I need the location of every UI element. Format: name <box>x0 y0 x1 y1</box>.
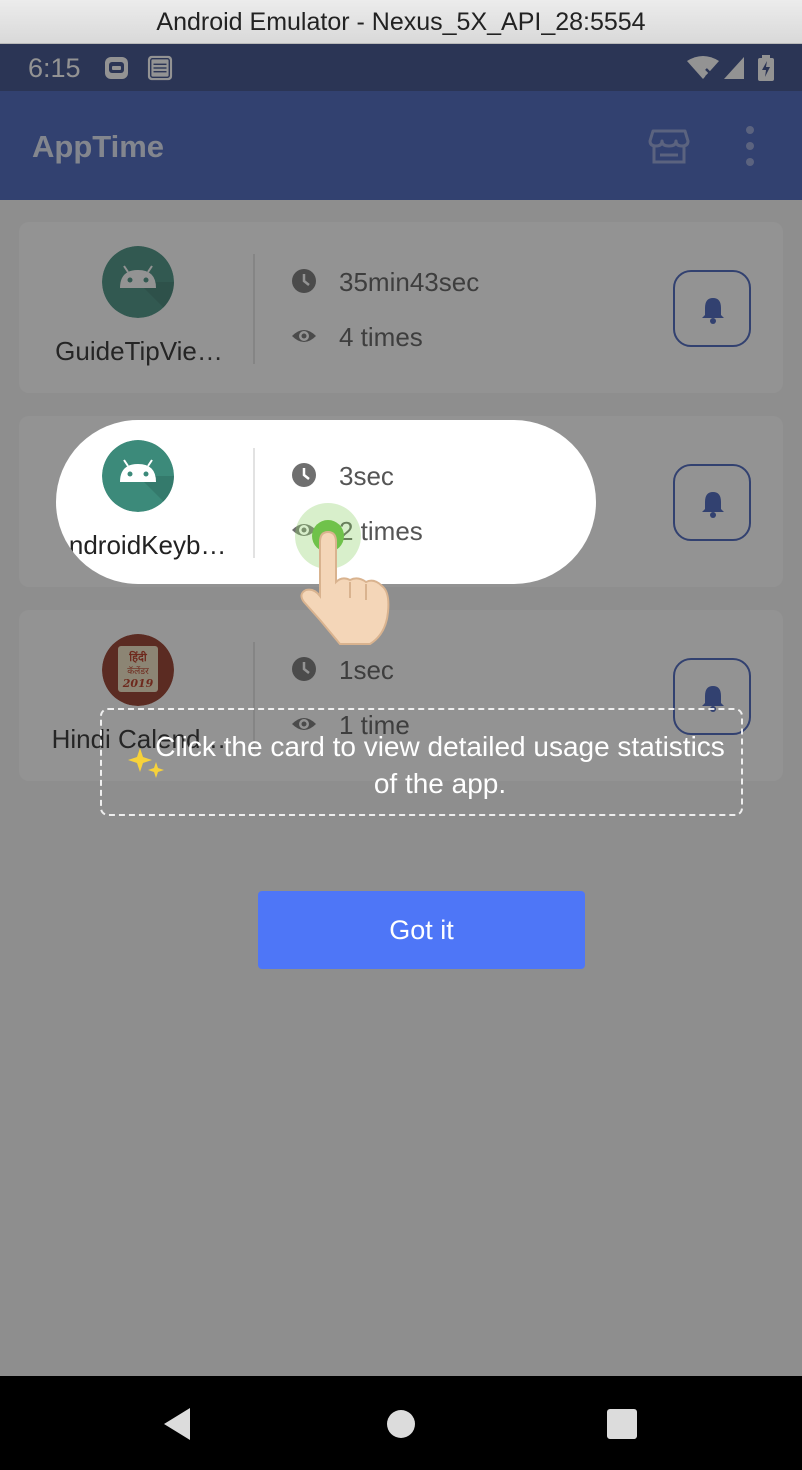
window-title: Android Emulator - Nexus_5X_API_28:5554 <box>156 8 646 36</box>
window-title-bar: Android Emulator - Nexus_5X_API_28:5554 <box>0 0 802 44</box>
usage-duration: 3sec <box>339 461 394 491</box>
recents-icon[interactable] <box>602 1404 642 1444</box>
back-icon[interactable] <box>158 1404 198 1444</box>
clock-icon <box>292 463 316 487</box>
app-name: AndroidKeyb… <box>56 530 227 560</box>
got-it-button[interactable]: Got it <box>258 891 585 969</box>
divider <box>253 448 255 558</box>
tip-text: Click the card to view detailed usage st… <box>155 731 725 799</box>
android-icon <box>102 440 174 512</box>
home-icon[interactable] <box>381 1404 421 1444</box>
tap-hand-icon <box>295 503 390 645</box>
device-screen: 6:15 AppTime <box>0 44 802 1376</box>
system-nav-bar <box>0 1376 802 1470</box>
